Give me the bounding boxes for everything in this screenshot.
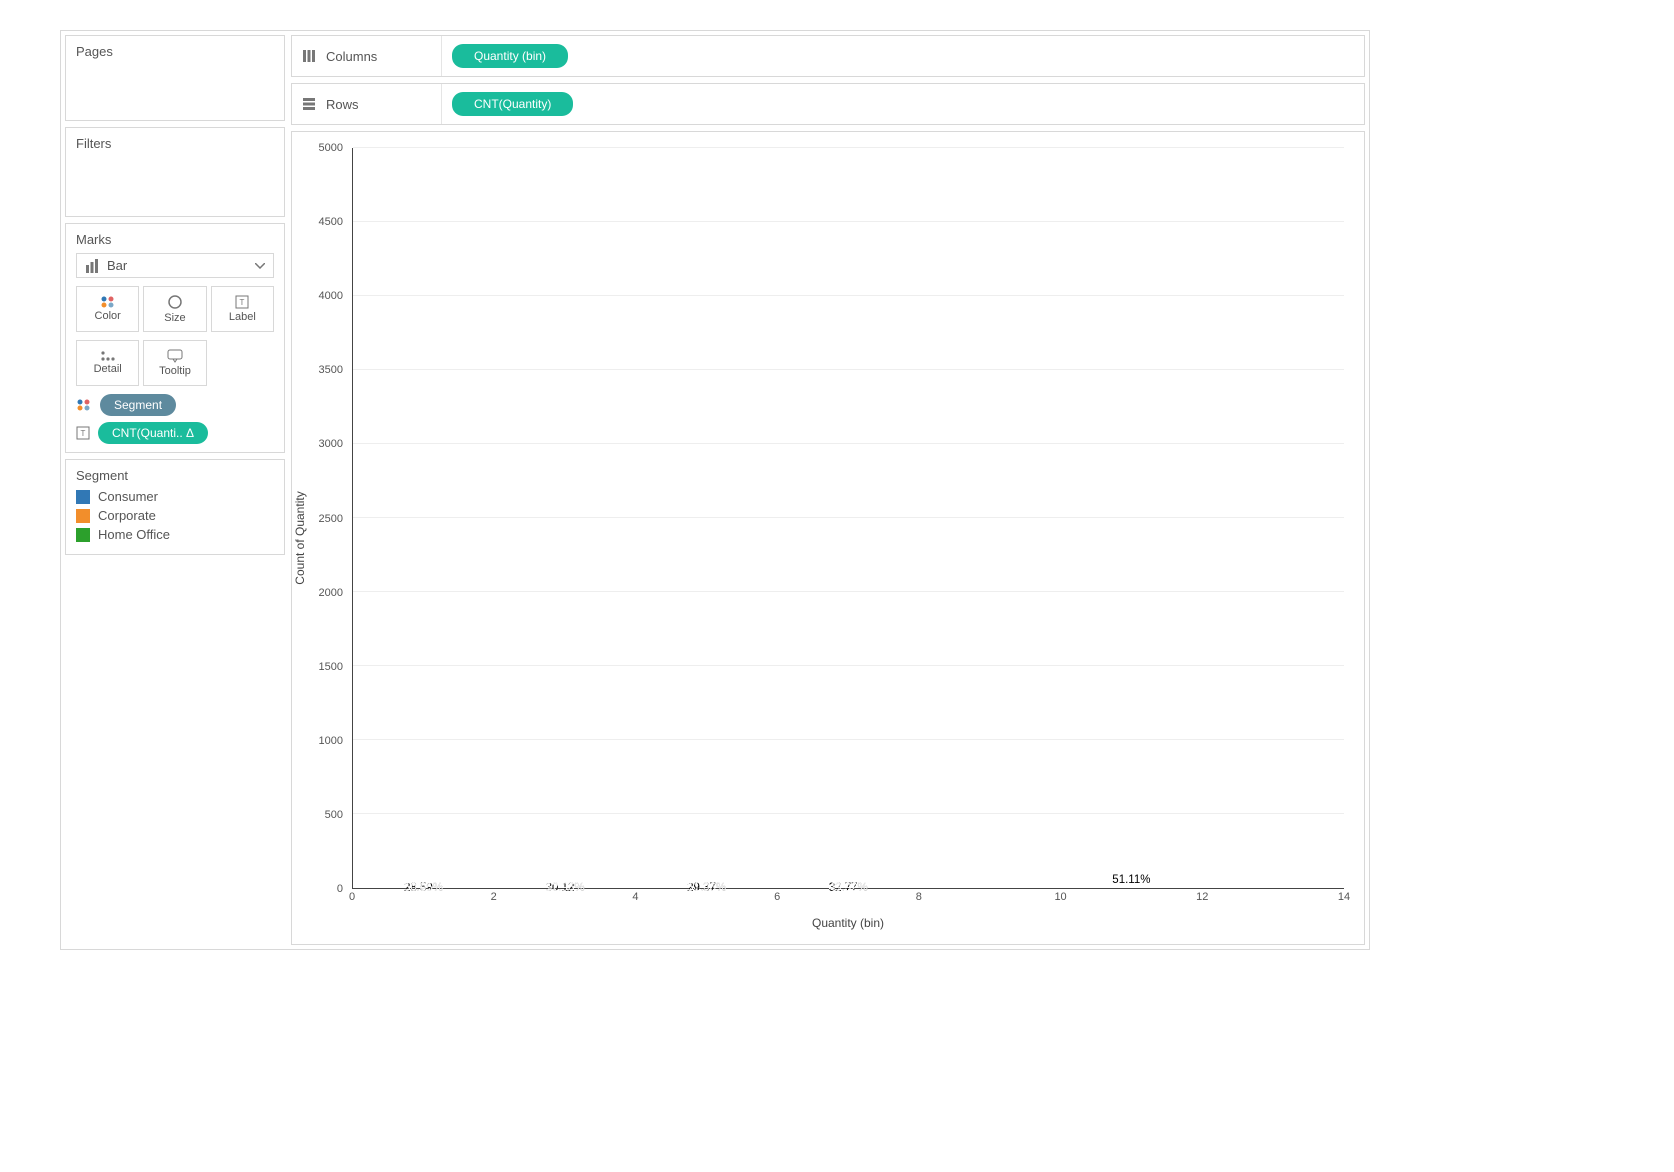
legend-card: Segment Consumer Corporate Home Office [65, 459, 285, 555]
chart-viewport[interactable]: Count of Quantity Quantity (bin) 0500100… [291, 131, 1365, 945]
x-tick-label: 10 [1054, 891, 1066, 903]
y-tick-label: 2500 [319, 513, 343, 525]
svg-text:T: T [240, 298, 245, 307]
x-tick-label: 0 [349, 891, 355, 903]
label-icon: T [76, 426, 90, 440]
x-tick-label: 4 [632, 891, 638, 903]
detail-icon [100, 351, 116, 361]
bar-icon [85, 259, 99, 273]
rows-icon [302, 97, 316, 111]
legend-label: Consumer [98, 489, 158, 504]
bar-label: 51.11% [1112, 874, 1150, 888]
columns-icon [302, 49, 316, 63]
size-button[interactable]: Size [143, 286, 206, 332]
tooltip-icon [167, 349, 183, 363]
y-tick-label: 4500 [319, 216, 343, 228]
rows-shelf-label: Rows [326, 97, 359, 112]
bar-label: 49.92% [829, 882, 868, 894]
detail-button-label: Detail [94, 363, 122, 375]
chevron-down-icon [255, 263, 265, 269]
y-tick-label: 5000 [319, 142, 343, 154]
x-tick-label: 14 [1338, 891, 1350, 903]
y-tick-label: 1000 [319, 735, 343, 747]
x-tick-label: 8 [916, 891, 922, 903]
legend-label: Corporate [98, 508, 156, 523]
y-tick-label: 4000 [319, 290, 343, 302]
color-icon [100, 296, 116, 308]
color-icon [76, 399, 92, 411]
mark-type-label: Bar [107, 258, 127, 273]
svg-text:T: T [81, 429, 86, 438]
legend-title: Segment [76, 468, 274, 483]
x-tick-label: 12 [1196, 891, 1208, 903]
detail-button[interactable]: Detail [76, 340, 139, 386]
legend-item[interactable]: Consumer [76, 489, 274, 504]
legend-swatch [76, 490, 90, 504]
label-button[interactable]: T Label [211, 286, 274, 332]
pages-title: Pages [76, 44, 274, 59]
legend-label: Home Office [98, 527, 170, 542]
size-icon [167, 294, 183, 310]
filters-title: Filters [76, 136, 274, 151]
bar-label: 51.96% [687, 882, 726, 894]
rows-shelf[interactable]: Rows CNT(Quantity) [291, 83, 1365, 125]
marks-card: Marks Bar Color [65, 223, 285, 453]
color-shelf-pill[interactable]: Segment [100, 394, 176, 416]
color-button[interactable]: Color [76, 286, 139, 332]
y-tick-label: 500 [325, 809, 343, 821]
legend-item[interactable]: Home Office [76, 527, 274, 542]
color-button-label: Color [95, 310, 121, 322]
y-tick-label: 0 [337, 883, 343, 895]
x-axis-title: Quantity (bin) [352, 916, 1344, 930]
label-button-label: Label [229, 311, 256, 323]
label-shelf-pill[interactable]: CNT(Quanti.. Δ [98, 422, 208, 444]
y-tick-label: 1500 [319, 661, 343, 673]
x-tick-label: 6 [774, 891, 780, 903]
legend-swatch [76, 509, 90, 523]
y-tick-label: 3500 [319, 364, 343, 376]
tooltip-button-label: Tooltip [159, 365, 191, 377]
mark-type-select[interactable]: Bar [76, 253, 274, 278]
label-icon: T [235, 295, 249, 309]
filters-card[interactable]: Filters [65, 127, 285, 217]
columns-pill[interactable]: Quantity (bin) [452, 44, 568, 68]
columns-shelf-label: Columns [326, 49, 377, 64]
bar-label: 50.95% [404, 882, 443, 894]
tooltip-button[interactable]: Tooltip [143, 340, 206, 386]
size-button-label: Size [164, 312, 185, 324]
rows-pill[interactable]: CNT(Quantity) [452, 92, 573, 116]
marks-title: Marks [76, 232, 274, 247]
pages-card[interactable]: Pages [65, 35, 285, 121]
legend-swatch [76, 528, 90, 542]
y-tick-label: 2000 [319, 587, 343, 599]
columns-shelf[interactable]: Columns Quantity (bin) [291, 35, 1365, 77]
x-tick-label: 2 [491, 891, 497, 903]
y-tick-label: 3000 [319, 438, 343, 450]
legend-item[interactable]: Corporate [76, 508, 274, 523]
bar-label: 52.96% [546, 882, 585, 894]
